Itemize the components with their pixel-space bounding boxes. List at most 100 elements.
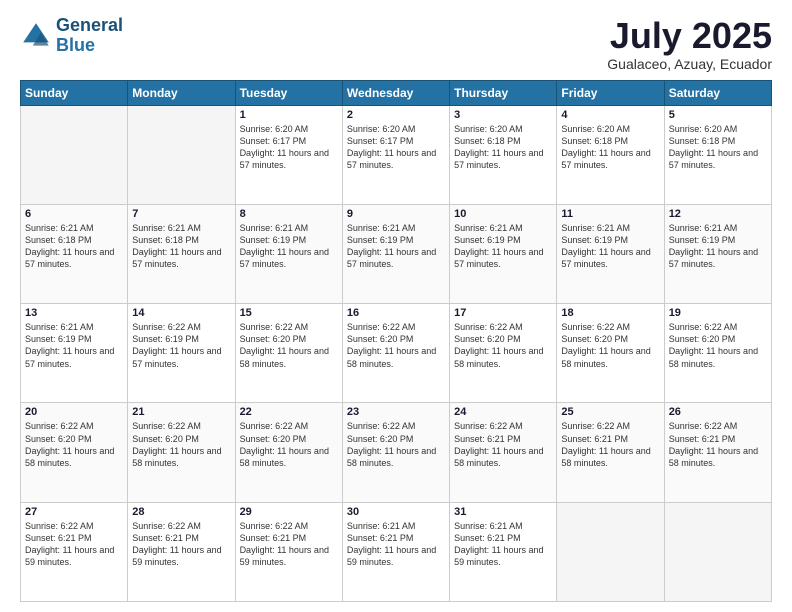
calendar-cell: 13 Sunrise: 6:21 AM Sunset: 6:19 PM Dayli… [21, 304, 128, 403]
day-number: 5 [669, 109, 767, 121]
day-number: 16 [347, 307, 445, 319]
day-detail: Sunrise: 6:21 AM Sunset: 6:19 PM Dayligh… [347, 222, 445, 271]
day-detail: Sunrise: 6:22 AM Sunset: 6:20 PM Dayligh… [347, 420, 445, 469]
day-detail: Sunrise: 6:20 AM Sunset: 6:17 PM Dayligh… [347, 123, 445, 172]
day-detail: Sunrise: 6:22 AM Sunset: 6:20 PM Dayligh… [132, 420, 230, 469]
calendar-cell [128, 105, 235, 204]
calendar-week-4: 27 Sunrise: 6:22 AM Sunset: 6:21 PM Dayli… [21, 502, 772, 601]
day-detail: Sunrise: 6:20 AM Sunset: 6:18 PM Dayligh… [561, 123, 659, 172]
day-detail: Sunrise: 6:22 AM Sunset: 6:20 PM Dayligh… [669, 321, 767, 370]
day-number: 9 [347, 208, 445, 220]
calendar-cell: 2 Sunrise: 6:20 AM Sunset: 6:17 PM Daylig… [342, 105, 449, 204]
calendar-cell: 25 Sunrise: 6:22 AM Sunset: 6:21 PM Dayli… [557, 403, 664, 502]
day-detail: Sunrise: 6:22 AM Sunset: 6:20 PM Dayligh… [25, 420, 123, 469]
day-number: 21 [132, 406, 230, 418]
day-detail: Sunrise: 6:22 AM Sunset: 6:21 PM Dayligh… [669, 420, 767, 469]
calendar-cell: 31 Sunrise: 6:21 AM Sunset: 6:21 PM Dayli… [450, 502, 557, 601]
day-detail: Sunrise: 6:20 AM Sunset: 6:18 PM Dayligh… [669, 123, 767, 172]
day-number: 4 [561, 109, 659, 121]
calendar-cell: 19 Sunrise: 6:22 AM Sunset: 6:20 PM Dayli… [664, 304, 771, 403]
calendar-cell: 27 Sunrise: 6:22 AM Sunset: 6:21 PM Dayli… [21, 502, 128, 601]
day-detail: Sunrise: 6:22 AM Sunset: 6:21 PM Dayligh… [132, 520, 230, 569]
day-number: 8 [240, 208, 338, 220]
day-number: 19 [669, 307, 767, 319]
day-detail: Sunrise: 6:22 AM Sunset: 6:21 PM Dayligh… [561, 420, 659, 469]
calendar-cell [664, 502, 771, 601]
header-tuesday: Tuesday [235, 80, 342, 105]
day-number: 29 [240, 506, 338, 518]
day-detail: Sunrise: 6:21 AM Sunset: 6:19 PM Dayligh… [454, 222, 552, 271]
day-number: 24 [454, 406, 552, 418]
calendar-cell: 23 Sunrise: 6:22 AM Sunset: 6:20 PM Dayli… [342, 403, 449, 502]
day-number: 20 [25, 406, 123, 418]
day-detail: Sunrise: 6:22 AM Sunset: 6:21 PM Dayligh… [240, 520, 338, 569]
calendar-cell: 30Sunrise: 6:21 AM Sunset: 6:21 PM Dayli… [342, 502, 449, 601]
calendar-cell: 12 Sunrise: 6:21 AM Sunset: 6:19 PM Dayli… [664, 204, 771, 303]
calendar-header-row: SundayMondayTuesdayWednesdayThursdayFrid… [21, 80, 772, 105]
calendar-cell: 15 Sunrise: 6:22 AM Sunset: 6:20 PM Dayli… [235, 304, 342, 403]
day-detail: Sunrise: 6:22 AM Sunset: 6:21 PM Dayligh… [454, 420, 552, 469]
calendar-cell: 28 Sunrise: 6:22 AM Sunset: 6:21 PM Dayli… [128, 502, 235, 601]
header-wednesday: Wednesday [342, 80, 449, 105]
day-number: 1 [240, 109, 338, 121]
calendar-cell: 21 Sunrise: 6:22 AM Sunset: 6:20 PM Dayli… [128, 403, 235, 502]
calendar-cell: 16 Sunrise: 6:22 AM Sunset: 6:20 PM Dayli… [342, 304, 449, 403]
calendar-cell: 6 Sunrise: 6:21 AM Sunset: 6:18 PM Daylig… [21, 204, 128, 303]
calendar-cell: 4 Sunrise: 6:20 AM Sunset: 6:18 PM Daylig… [557, 105, 664, 204]
day-number: 14 [132, 307, 230, 319]
calendar-cell: 8 Sunrise: 6:21 AM Sunset: 6:19 PM Daylig… [235, 204, 342, 303]
day-detail: Sunrise: 6:21 AM Sunset: 6:18 PM Dayligh… [132, 222, 230, 271]
day-number: 10 [454, 208, 552, 220]
month-title: July 2025 [607, 16, 772, 56]
calendar-cell: 14Sunrise: 6:22 AM Sunset: 6:19 PM Dayli… [128, 304, 235, 403]
calendar-table: SundayMondayTuesdayWednesdayThursdayFrid… [20, 80, 772, 602]
header-thursday: Thursday [450, 80, 557, 105]
calendar-cell: 22Sunrise: 6:22 AM Sunset: 6:20 PM Dayli… [235, 403, 342, 502]
calendar-cell: 3Sunrise: 6:20 AM Sunset: 6:18 PM Daylig… [450, 105, 557, 204]
calendar-cell: 11 Sunrise: 6:21 AM Sunset: 6:19 PM Dayli… [557, 204, 664, 303]
day-number: 2 [347, 109, 445, 121]
day-detail: Sunrise: 6:20 AM Sunset: 6:17 PM Dayligh… [240, 123, 338, 172]
header-sunday: Sunday [21, 80, 128, 105]
day-detail: Sunrise: 6:20 AM Sunset: 6:18 PM Dayligh… [454, 123, 552, 172]
day-number: 22 [240, 406, 338, 418]
logo-line1: General [56, 15, 123, 35]
calendar-cell: 9 Sunrise: 6:21 AM Sunset: 6:19 PM Daylig… [342, 204, 449, 303]
logo-text: General Blue [56, 16, 123, 56]
calendar-week-3: 20 Sunrise: 6:22 AM Sunset: 6:20 PM Dayli… [21, 403, 772, 502]
day-detail: Sunrise: 6:22 AM Sunset: 6:20 PM Dayligh… [240, 321, 338, 370]
calendar-cell [21, 105, 128, 204]
day-number: 31 [454, 506, 552, 518]
day-number: 28 [132, 506, 230, 518]
day-detail: Sunrise: 6:21 AM Sunset: 6:19 PM Dayligh… [669, 222, 767, 271]
day-number: 30 [347, 506, 445, 518]
calendar-cell: 10 Sunrise: 6:21 AM Sunset: 6:19 PM Dayli… [450, 204, 557, 303]
logo-icon [20, 20, 52, 52]
day-number: 6 [25, 208, 123, 220]
header-friday: Friday [557, 80, 664, 105]
day-number: 23 [347, 406, 445, 418]
day-number: 11 [561, 208, 659, 220]
day-number: 17 [454, 307, 552, 319]
location-subtitle: Gualaceo, Azuay, Ecuador [607, 56, 772, 72]
day-number: 12 [669, 208, 767, 220]
calendar-cell: 26Sunrise: 6:22 AM Sunset: 6:21 PM Dayli… [664, 403, 771, 502]
day-detail: Sunrise: 6:22 AM Sunset: 6:20 PM Dayligh… [561, 321, 659, 370]
day-detail: Sunrise: 6:21 AM Sunset: 6:19 PM Dayligh… [240, 222, 338, 271]
day-detail: Sunrise: 6:21 AM Sunset: 6:19 PM Dayligh… [561, 222, 659, 271]
calendar-cell: 7Sunrise: 6:21 AM Sunset: 6:18 PM Daylig… [128, 204, 235, 303]
day-detail: Sunrise: 6:21 AM Sunset: 6:21 PM Dayligh… [454, 520, 552, 569]
day-detail: Sunrise: 6:21 AM Sunset: 6:19 PM Dayligh… [25, 321, 123, 370]
day-detail: Sunrise: 6:22 AM Sunset: 6:20 PM Dayligh… [454, 321, 552, 370]
day-detail: Sunrise: 6:21 AM Sunset: 6:18 PM Dayligh… [25, 222, 123, 271]
day-number: 15 [240, 307, 338, 319]
calendar-cell: 20 Sunrise: 6:22 AM Sunset: 6:20 PM Dayli… [21, 403, 128, 502]
calendar-week-1: 6 Sunrise: 6:21 AM Sunset: 6:18 PM Daylig… [21, 204, 772, 303]
day-detail: Sunrise: 6:22 AM Sunset: 6:21 PM Dayligh… [25, 520, 123, 569]
header-monday: Monday [128, 80, 235, 105]
day-number: 25 [561, 406, 659, 418]
day-number: 27 [25, 506, 123, 518]
day-number: 13 [25, 307, 123, 319]
calendar-week-0: 1 Sunrise: 6:20 AM Sunset: 6:17 PM Daylig… [21, 105, 772, 204]
day-detail: Sunrise: 6:22 AM Sunset: 6:20 PM Dayligh… [347, 321, 445, 370]
